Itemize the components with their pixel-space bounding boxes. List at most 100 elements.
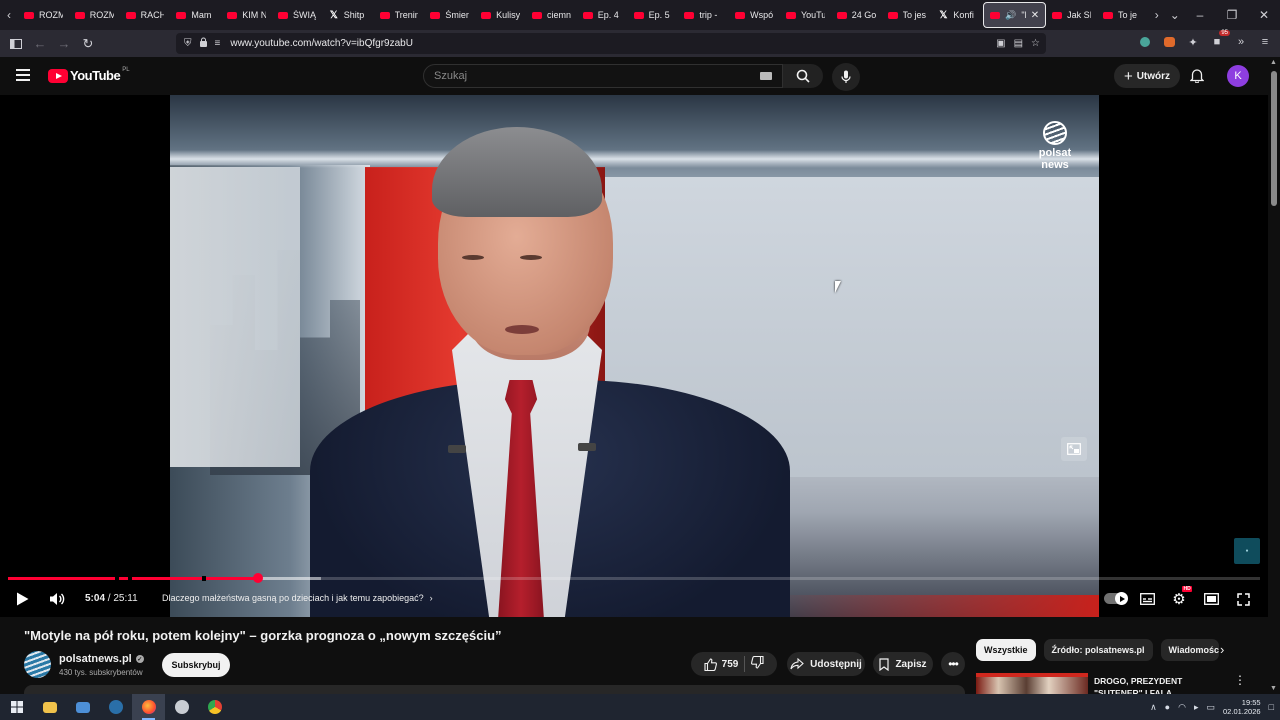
browser-tab[interactable]: Mam [170,2,221,28]
browser-tab[interactable]: Ep. 4 [577,2,628,28]
account-avatar[interactable]: K [1227,65,1249,87]
channel-watermark[interactable]: ● [1234,538,1260,564]
play-button[interactable] [12,587,32,611]
voice-search-button[interactable] [832,63,860,91]
steam-icon[interactable] [99,694,132,720]
maximize-icon[interactable]: ❐ [1216,8,1248,22]
create-button[interactable]: + Utwórz [1114,64,1180,88]
bookmark-star-icon[interactable]: ☆ [1031,38,1040,49]
file-explorer-icon[interactable] [33,694,66,720]
browser-tab[interactable]: Ep. 5 [628,2,679,28]
lock-icon[interactable] [199,37,208,50]
shield-icon[interactable]: ⛨ [184,38,192,49]
progress-bar[interactable] [8,573,1260,583]
app-icon[interactable] [165,694,198,720]
chips-next-icon[interactable]: › [1220,642,1224,657]
browser-tab[interactable]: Kulisy [475,2,526,28]
tabs-scroll-right-icon[interactable]: › [1148,0,1166,30]
browser-tab-active[interactable]: 🔊 "M ✕ [983,2,1047,28]
browser-tab[interactable]: YouTu [780,2,831,28]
search-input[interactable]: Szukaj [423,64,783,88]
share-button[interactable]: Udostępnij [787,652,865,676]
video-frame[interactable]: polsat news [170,95,1099,617]
notifications-bell-icon[interactable] [1189,68,1205,88]
scroll-down-icon[interactable]: ▼ [1270,685,1277,692]
browser-tab[interactable]: Jak SI [1046,2,1097,28]
reader-view-icon[interactable]: ▤ [1014,38,1023,49]
browser-tab[interactable]: ROZM [69,2,120,28]
close-window-icon[interactable]: ✕ [1248,8,1280,22]
browser-tab[interactable]: 𝕏 Konfi [932,2,983,28]
search-button[interactable] [783,64,823,88]
fullscreen-button[interactable] [1234,587,1252,611]
browser-tab[interactable]: ŚWIĄ [272,2,323,28]
back-icon[interactable]: ← [28,32,52,56]
tab-close-icon[interactable]: ✕ [1031,10,1039,21]
recommendation-thumbnail[interactable] [976,673,1088,694]
minimize-icon[interactable]: – [1184,8,1216,22]
browser-tab[interactable]: 𝕏 Shitp [323,2,374,28]
browser-tab[interactable]: Trenin [374,2,425,28]
app-menu-icon[interactable]: ≡ [1256,33,1274,51]
save-button[interactable]: Zapisz [873,652,933,676]
settings-button[interactable]: ⚙ HD [1170,586,1192,611]
youtube-logo[interactable]: YouTube PL [48,67,130,83]
keyboard-icon[interactable] [760,72,772,80]
chip-all[interactable]: Wszystkie [976,639,1036,661]
wifi-icon[interactable]: ◠ [1178,702,1186,713]
video-player[interactable]: polsat news ● 5:04 / 25:11 Dlaczego małż… [0,95,1268,617]
extension-counter-icon[interactable]: ■ 95 [1208,30,1230,51]
ublock-icon[interactable] [1136,33,1154,51]
chrome-icon[interactable] [198,694,231,720]
scrollbar-thumb[interactable] [1271,71,1277,206]
channel-name-link[interactable]: polsatnews.pl ✓ [59,653,144,665]
theater-mode-button[interactable] [1202,587,1220,611]
tab-audio-icon[interactable]: 🔊 [1005,10,1016,21]
chip-source[interactable]: Źródło: polsatnews.pl [1043,639,1153,661]
recommendation-menu-icon[interactable]: ⋮ [1234,673,1246,687]
network-icon[interactable]: ● [1165,702,1170,712]
description-box[interactable] [24,685,965,694]
browser-tab[interactable]: Wspó [729,2,780,28]
miniplayer-button[interactable] [1061,437,1087,461]
subtitles-button[interactable] [1138,587,1156,611]
permissions-icon[interactable]: ≡ [215,38,221,49]
more-actions-button[interactable]: ••• [941,652,965,676]
chapter-title-button[interactable]: Dlaczego małżeństwa gasną po dzieciach i… [162,593,433,603]
overflow-menu-icon[interactable]: » [1232,33,1250,51]
browser-tab[interactable]: RACH [120,2,171,28]
dislike-button[interactable] [751,655,764,672]
tray-overflow-icon[interactable]: ∧ [1150,702,1157,713]
tab-list-dropdown-icon[interactable]: ⌄ [1166,0,1184,30]
extensions-puzzle-icon[interactable]: ✦ [1184,33,1202,51]
mute-button[interactable] [46,587,68,611]
autoplay-toggle[interactable] [1104,592,1128,605]
browser-tab[interactable]: trip - [678,2,729,28]
speaker-icon[interactable]: ▸ [1194,702,1199,713]
forward-icon[interactable]: → [52,32,76,56]
browser-tab[interactable]: ciemn [526,2,577,28]
browser-tab[interactable]: ROZM [18,2,69,28]
scroll-up-icon[interactable]: ▲ [1270,59,1277,66]
start-button[interactable] [0,694,33,720]
guide-menu-icon[interactable] [16,69,30,81]
firefox-icon[interactable] [132,694,165,720]
computer-icon[interactable] [66,694,99,720]
notifications-icon[interactable]: □ [1269,702,1274,712]
browser-tab[interactable]: Śmier [424,2,475,28]
browser-tab[interactable]: To je [1097,2,1148,28]
subscribe-button[interactable]: Subskrybuj [162,653,230,677]
extension-fox-icon[interactable] [1160,33,1178,51]
sidebar-toggle-icon[interactable] [4,32,28,56]
like-button[interactable]: 759 [704,657,738,671]
browser-tab[interactable]: To jes [882,2,933,28]
clock[interactable]: 19:55 02.01.2026 [1223,698,1261,716]
reload-icon[interactable]: ↻ [76,32,100,56]
screenshot-icon[interactable]: ▣ [996,38,1005,49]
tabs-scroll-left-icon[interactable]: ‹ [0,0,18,30]
page-scrollbar[interactable]: ▲ ▼ [1268,57,1280,694]
browser-tab[interactable]: KIM N [221,2,272,28]
channel-avatar[interactable] [24,651,51,678]
chip-news[interactable]: Wiadomości [1160,639,1219,661]
display-icon[interactable]: ▭ [1207,702,1216,713]
